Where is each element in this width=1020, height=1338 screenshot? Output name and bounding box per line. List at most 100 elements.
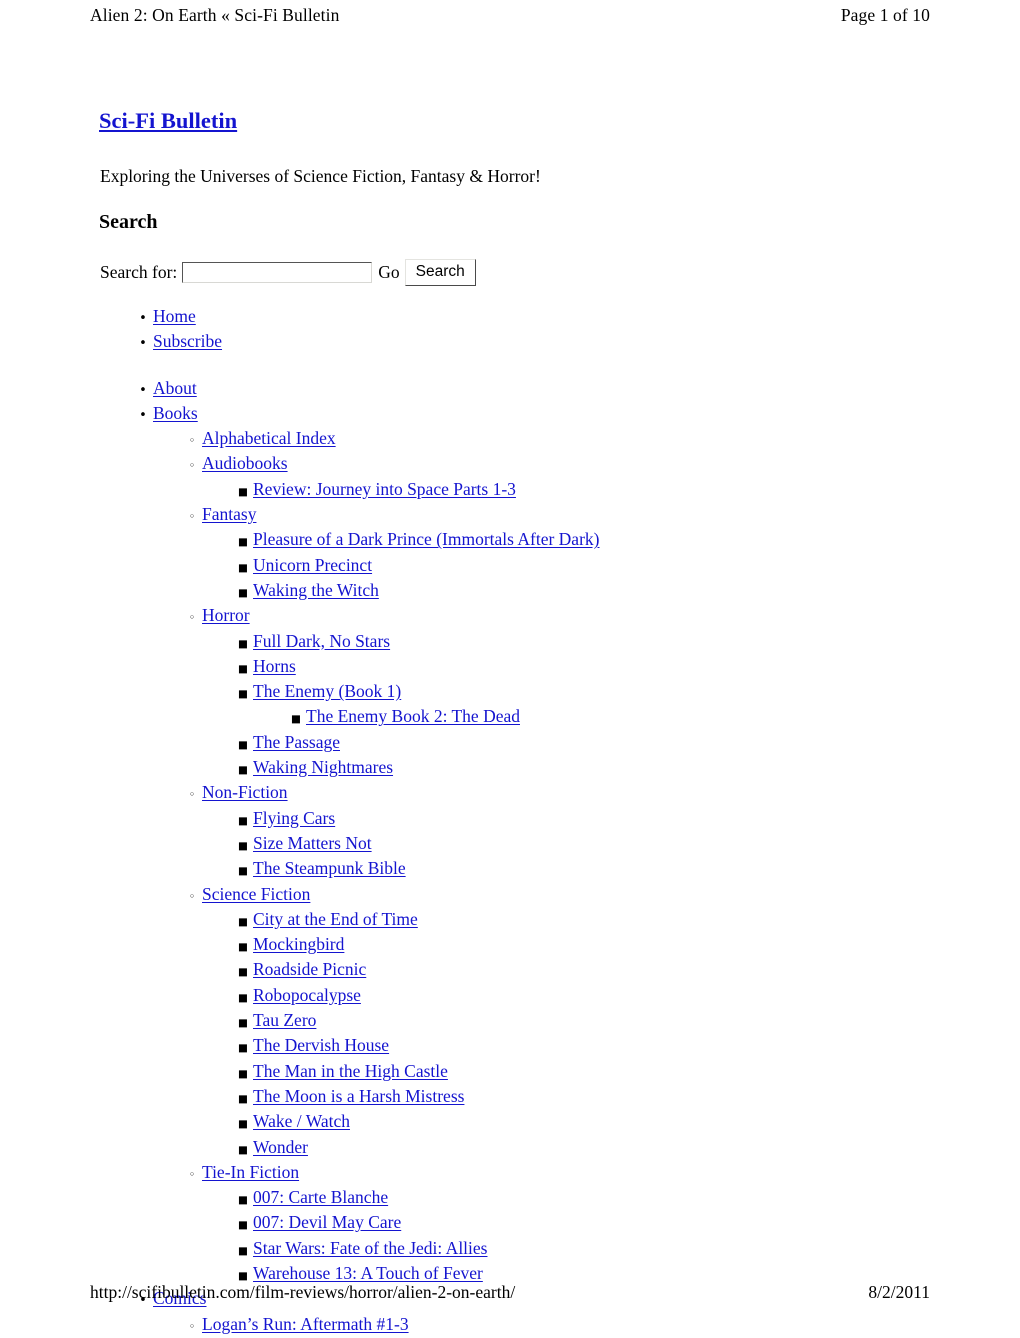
nav-link-home[interactable]: Home (151, 306, 196, 326)
nav-item-row: ◦ Non-Fiction (184, 781, 929, 806)
nav-link-the-enemy-book-2-the-dead[interactable]: The Enemy Book 2: The Dead (304, 706, 520, 726)
site-title-link[interactable]: Sci-Fi Bulletin (99, 108, 237, 133)
square-bullet-icon: ■ (238, 991, 248, 1004)
nav-item-row: ■ The Enemy Book 2: The Dead (288, 705, 929, 730)
square-bullet-icon: ■ (238, 561, 248, 574)
nav-link-007-carte-blanche[interactable]: 007: Carte Blanche (251, 1187, 388, 1207)
nav-item-horror: ◦ Horror ■ Full Dark, No Stars ■ Horns ■ The En… (135, 604, 929, 781)
nav-item-row: ■ Robopocalypse (235, 984, 929, 1009)
nav-link-alphabetical-index[interactable]: Alphabetical Index (200, 428, 336, 448)
square-bullet-icon: ■ (238, 1092, 248, 1105)
nav-item-007-devil-may-care: ■ 007: Devil May Care (184, 1211, 929, 1236)
nav-sublist: ■ Pleasure of a Dark Prince (Immortals Af… (184, 528, 929, 604)
nav-link-review-journey-into-space-parts-1-3[interactable]: Review: Journey into Space Parts 1-3 (251, 479, 516, 499)
nav-item-row: ■ 007: Devil May Care (235, 1211, 929, 1236)
nav-link-wonder[interactable]: Wonder (251, 1137, 308, 1157)
nav-item-row: ■ Star Wars: Fate of the Jedi: Allies (235, 1237, 929, 1262)
nav-item-row: ■ Pleasure of a Dark Prince (Immortals Af… (235, 528, 929, 553)
nav-link-books[interactable]: Books (151, 403, 198, 423)
nav-sublist: ◦ Logan’s Run: Aftermath #1-3 (135, 1313, 929, 1338)
nav-item-books: • Books ◦ Alphabetical Index ◦ Audiobooks ■ Rev… (99, 402, 929, 1287)
square-bullet-icon: ■ (238, 966, 248, 979)
nav-item-horns: ■ Horns (184, 655, 929, 680)
nav-link-the-enemy-book-1[interactable]: The Enemy (Book 1) (251, 681, 401, 701)
circle-bullet-icon: ◦ (188, 510, 196, 524)
nav-item-row: ◦ Alphabetical Index (184, 427, 929, 452)
nav-item-science-fiction: ◦ Science Fiction ■ City at the End of Time… (135, 883, 929, 1161)
nav-sublist: ■ Flying Cars ■ Size Matters Not ■ The Steamp… (184, 807, 929, 883)
square-bullet-icon: ■ (238, 764, 248, 777)
nav-item-row: ◦ Horror (184, 604, 929, 629)
nav-link-the-man-in-the-high-castle[interactable]: The Man in the High Castle (251, 1061, 448, 1081)
nav-sublist: ■ Review: Journey into Space Parts 1-3 (184, 478, 929, 503)
nav-link-the-passage[interactable]: The Passage (251, 732, 340, 752)
nav-item-row: ■ The Moon is a Harsh Mistress (235, 1085, 929, 1110)
nav-link-fantasy[interactable]: Fantasy (200, 504, 256, 524)
disc-bullet-icon: • (139, 407, 147, 423)
nav-link-flying-cars[interactable]: Flying Cars (251, 808, 335, 828)
nav-link-size-matters-not[interactable]: Size Matters Not (251, 833, 372, 853)
nav-link-pleasure-of-a-dark-prince-immortals-after-[interactable]: Pleasure of a Dark Prince (Immortals Aft… (251, 529, 599, 549)
nav-link-tau-zero[interactable]: Tau Zero (251, 1010, 316, 1030)
nav-link-mockingbird[interactable]: Mockingbird (251, 934, 344, 954)
nav-link-science-fiction[interactable]: Science Fiction (200, 884, 310, 904)
nav-item-waking-nightmares: ■ Waking Nightmares (184, 756, 929, 781)
nav-link-audiobooks[interactable]: Audiobooks (200, 453, 288, 473)
disc-bullet-icon: • (139, 311, 147, 326)
nav-link-subscribe[interactable]: Subscribe (151, 331, 222, 351)
nav-link-the-moon-is-a-harsh-mistress[interactable]: The Moon is a Harsh Mistress (251, 1086, 464, 1106)
page-header-title: Alien 2: On Earth « Sci-Fi Bulletin (90, 5, 340, 25)
nav-link-horror[interactable]: Horror (200, 605, 250, 625)
nav-link-star-wars-fate-of-the-jedi-allies[interactable]: Star Wars: Fate of the Jedi: Allies (251, 1238, 487, 1258)
nav-item-the-enemy-book-2-the-dead: ■ The Enemy Book 2: The Dead (235, 705, 929, 730)
nav-sublist: ■ 007: Carte Blanche ■ 007: Devil May Care ■… (184, 1186, 929, 1287)
nav-item-pleasure-of-a-dark-prince-immortals-after-: ■ Pleasure of a Dark Prince (Immortals Af… (184, 528, 929, 553)
nav-sublist: ■ The Enemy Book 2: The Dead (235, 705, 929, 730)
nav-link-non-fiction[interactable]: Non-Fiction (200, 782, 288, 802)
nav-link-007-devil-may-care[interactable]: 007: Devil May Care (251, 1212, 401, 1232)
nav-list-secondary: • About • Books ◦ Alphabetical Index ◦ Audioboo… (99, 377, 929, 1338)
nav-item-alphabetical-index: ◦ Alphabetical Index (135, 427, 929, 452)
search-label: Search for: (100, 262, 178, 283)
square-bullet-icon: ■ (238, 485, 248, 498)
nav-link-robopocalypse[interactable]: Robopocalypse (251, 985, 361, 1005)
nav-link-roadside-picnic[interactable]: Roadside Picnic (251, 959, 366, 979)
nav-link-waking-the-witch[interactable]: Waking the Witch (251, 580, 379, 600)
nav-item-row: • Books (135, 402, 929, 427)
nav-item-row: ■ Waking Nightmares (235, 756, 929, 781)
page-footer: http://scifibulletin.com/film-reviews/ho… (90, 1279, 930, 1303)
search-input[interactable] (182, 261, 373, 283)
nav-link-the-dervish-house[interactable]: The Dervish House (251, 1035, 389, 1055)
nav-item-row: ■ Roadside Picnic (235, 958, 929, 983)
nav-item-row: ■ 007: Carte Blanche (235, 1186, 929, 1211)
nav-item-row: • Home (135, 305, 929, 330)
nav-item-row: ■ Unicorn Precinct (235, 554, 929, 579)
nav-link-tie-in-fiction[interactable]: Tie-In Fiction (200, 1162, 299, 1182)
nav-link-logans-run-aftermath-1-3[interactable]: Logan’s Run: Aftermath #1-3 (200, 1314, 409, 1334)
nav-item-row: ◦ Science Fiction (184, 883, 929, 908)
nav-link-wake-watch[interactable]: Wake / Watch (251, 1111, 350, 1131)
nav-link-waking-nightmares[interactable]: Waking Nightmares (251, 757, 393, 777)
circle-bullet-icon: ◦ (188, 459, 196, 473)
square-bullet-icon: ■ (238, 637, 248, 650)
search-form: Search for: Go Search (100, 259, 476, 286)
nav-link-city-at-the-end-of-time[interactable]: City at the End of Time (251, 909, 418, 929)
nav-item-flying-cars: ■ Flying Cars (184, 807, 929, 832)
nav-link-full-dark-no-stars[interactable]: Full Dark, No Stars (251, 631, 390, 651)
nav-link-horns[interactable]: Horns (251, 656, 296, 676)
search-button[interactable]: Search (404, 259, 476, 286)
nav-item-non-fiction: ◦ Non-Fiction ■ Flying Cars ■ Size Matters No… (135, 781, 929, 882)
nav-item-subscribe: • Subscribe (99, 330, 929, 355)
nav-link-the-steampunk-bible[interactable]: The Steampunk Bible (251, 858, 406, 878)
circle-bullet-icon: ◦ (188, 1319, 196, 1333)
nav-item-home: • Home (99, 305, 929, 330)
nav-link-about[interactable]: About (151, 378, 197, 398)
main-content: Sci-Fi Bulletin Exploring the Universes … (99, 108, 929, 1334)
nav-item-row: ■ The Dervish House (235, 1034, 929, 1059)
nav-list-primary: • Home • Subscribe (99, 305, 929, 356)
nav-link-unicorn-precinct[interactable]: Unicorn Precinct (251, 555, 372, 575)
nav-item-row: ■ City at the End of Time (235, 908, 929, 933)
nav-item-roadside-picnic: ■ Roadside Picnic (184, 958, 929, 983)
nav-item-row: ■ The Passage (235, 731, 929, 756)
nav-item-row: ■ Wonder (235, 1136, 929, 1161)
